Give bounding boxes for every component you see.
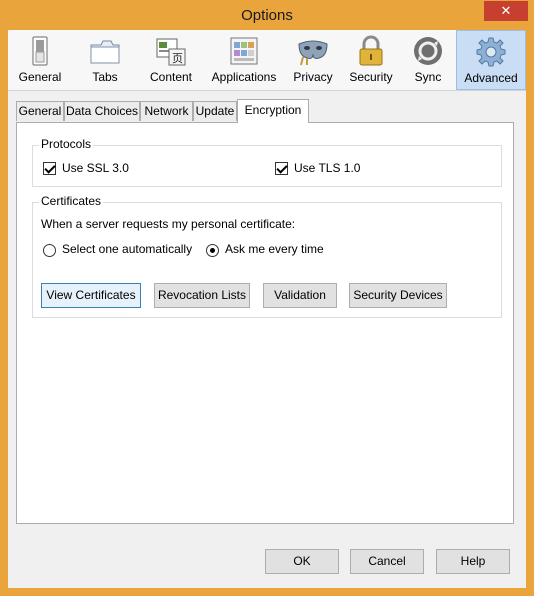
svg-text:页: 页 (172, 52, 183, 65)
protocols-caption: Protocols (39, 137, 94, 151)
title-bar: Options ✕ (0, 0, 534, 30)
pane-label: Privacy (293, 70, 333, 84)
revocation-lists-button[interactable]: Revocation Lists (154, 283, 250, 308)
pane-label: Content (149, 70, 193, 84)
pane-content[interactable]: 页 Content (138, 30, 204, 90)
cancel-button[interactable]: Cancel (350, 549, 424, 574)
pane-privacy[interactable]: Privacy (284, 30, 342, 90)
tls-label[interactable]: Use TLS 1.0 (294, 161, 360, 175)
pane-label: Advanced (464, 71, 518, 85)
help-button[interactable]: Help (436, 549, 510, 574)
pane-label: Tabs (92, 70, 118, 84)
applications-icon (230, 37, 258, 65)
tab-data-choices[interactable]: Data Choices (64, 101, 140, 121)
options-window: Options ✕ General Tabs 页 Content Applica… (0, 0, 534, 596)
ask-every-time-label[interactable]: Ask me every time (225, 242, 324, 256)
pane-label: Sync (414, 70, 442, 84)
ssl-checkbox[interactable] (43, 162, 56, 175)
close-button[interactable]: ✕ (484, 1, 528, 21)
pane-applications[interactable]: Applications (204, 30, 284, 90)
gear-icon (476, 37, 506, 67)
security-devices-button[interactable]: Security Devices (349, 283, 447, 308)
pane-sync[interactable]: Sync (400, 30, 456, 90)
tls-checkbox[interactable] (275, 162, 288, 175)
pane-general[interactable]: General (8, 30, 72, 90)
close-icon: ✕ (500, 3, 512, 18)
tab-network[interactable]: Network (140, 101, 193, 121)
switch-icon (32, 36, 48, 66)
window-title: Options (241, 7, 293, 24)
dialog-body: General Tabs 页 Content Applications Priv… (8, 30, 526, 588)
certificate-prompt: When a server requests my personal certi… (41, 217, 296, 231)
certificates-group: Certificates When a server requests my p… (32, 194, 502, 318)
ssl-label[interactable]: Use SSL 3.0 (62, 161, 129, 175)
pane-toolbar: General Tabs 页 Content Applications Priv… (8, 30, 526, 91)
radio-ask-every-time[interactable] (206, 244, 219, 257)
ok-button[interactable]: OK (265, 549, 339, 574)
validation-button[interactable]: Validation (263, 283, 337, 308)
pane-security[interactable]: Security (342, 30, 400, 90)
pane-advanced[interactable]: Advanced (456, 30, 526, 90)
pane-label: General (18, 70, 62, 84)
view-certificates-button[interactable]: View Certificates (41, 283, 141, 308)
content-icon: 页 (156, 38, 186, 66)
radio-select-automatically[interactable] (43, 244, 56, 257)
pane-label: Applications (211, 70, 277, 84)
tab-encryption[interactable]: Encryption (237, 99, 309, 123)
mask-icon (298, 40, 328, 66)
protocols-group: Protocols Use SSL 3.0 Use TLS 1.0 (32, 137, 502, 187)
sync-icon (414, 37, 442, 65)
certificates-caption: Certificates (39, 194, 104, 208)
tab-update[interactable]: Update (193, 101, 237, 121)
tabs-icon (90, 40, 120, 64)
pane-label: Security (349, 70, 393, 84)
pane-tabs[interactable]: Tabs (72, 30, 138, 90)
padlock-icon (359, 35, 383, 66)
select-automatically-label[interactable]: Select one automatically (62, 242, 192, 256)
tab-general[interactable]: General (16, 101, 64, 121)
encryption-panel: Protocols Use SSL 3.0 Use TLS 1.0 Certif… (16, 122, 514, 524)
